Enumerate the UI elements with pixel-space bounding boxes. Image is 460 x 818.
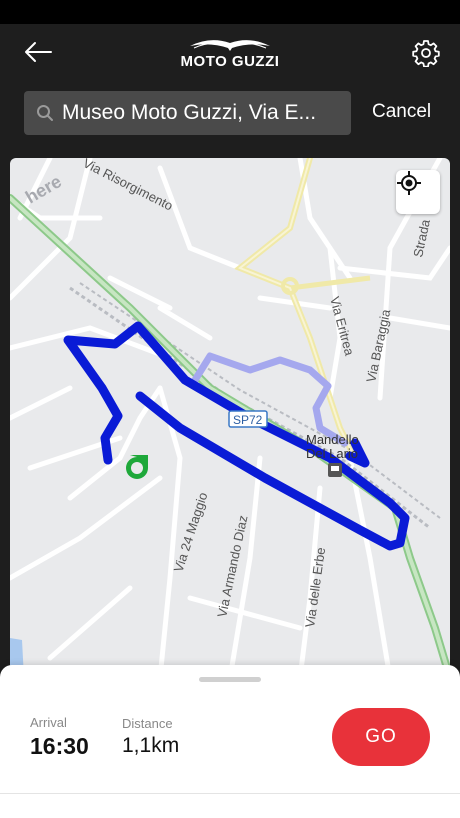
app-header: MOTO GUZZI (0, 24, 460, 80)
street-label: Via Armando Diaz (214, 514, 250, 619)
road-shield-label: SP72 (233, 413, 263, 427)
town-label: Del Lario (306, 446, 358, 461)
locate-button[interactable] (396, 170, 440, 214)
street-label: Strada (410, 217, 433, 258)
street-label: Via Eritrea (327, 295, 357, 358)
search-field[interactable]: Museo Moto Guzzi, Via E... (24, 91, 351, 135)
logo-wordmark: MOTO GUZZI (180, 53, 280, 70)
search-bar: Museo Moto Guzzi, Via E... Cancel (0, 80, 460, 158)
gear-icon (412, 40, 440, 67)
distance-value: 1,1km (122, 734, 180, 757)
cancel-button[interactable]: Cancel (372, 101, 431, 123)
street-label: Via delle Erbe (302, 546, 328, 628)
sheet-drag-handle[interactable] (199, 677, 261, 682)
start-marker-icon (126, 455, 148, 479)
street-label: Via Baraggia (363, 307, 393, 383)
train-station-icon (328, 463, 342, 477)
search-icon (24, 91, 54, 135)
trip-summary-sheet: Arrival 16:30 Distance 1,1km GO (0, 665, 460, 818)
back-button[interactable] (18, 36, 58, 68)
crosshair-icon (397, 171, 421, 195)
distance-label: Distance (122, 716, 173, 731)
town-label: Mandello (306, 432, 359, 447)
settings-button[interactable] (408, 35, 444, 71)
moto-guzzi-logo: MOTO GUZZI (160, 34, 300, 74)
go-button[interactable]: GO (332, 708, 430, 766)
eagle-icon (190, 40, 270, 51)
arrival-label: Arrival (30, 715, 67, 730)
arrow-left-icon (25, 42, 52, 62)
search-input[interactable]: Museo Moto Guzzi, Via E... (62, 101, 340, 125)
route-map[interactable]: here Via Risorgimento Via Eritrea Via Ba… (10, 158, 450, 678)
status-bar (0, 0, 460, 24)
divider (0, 793, 460, 794)
arrival-time: 16:30 (30, 733, 89, 759)
